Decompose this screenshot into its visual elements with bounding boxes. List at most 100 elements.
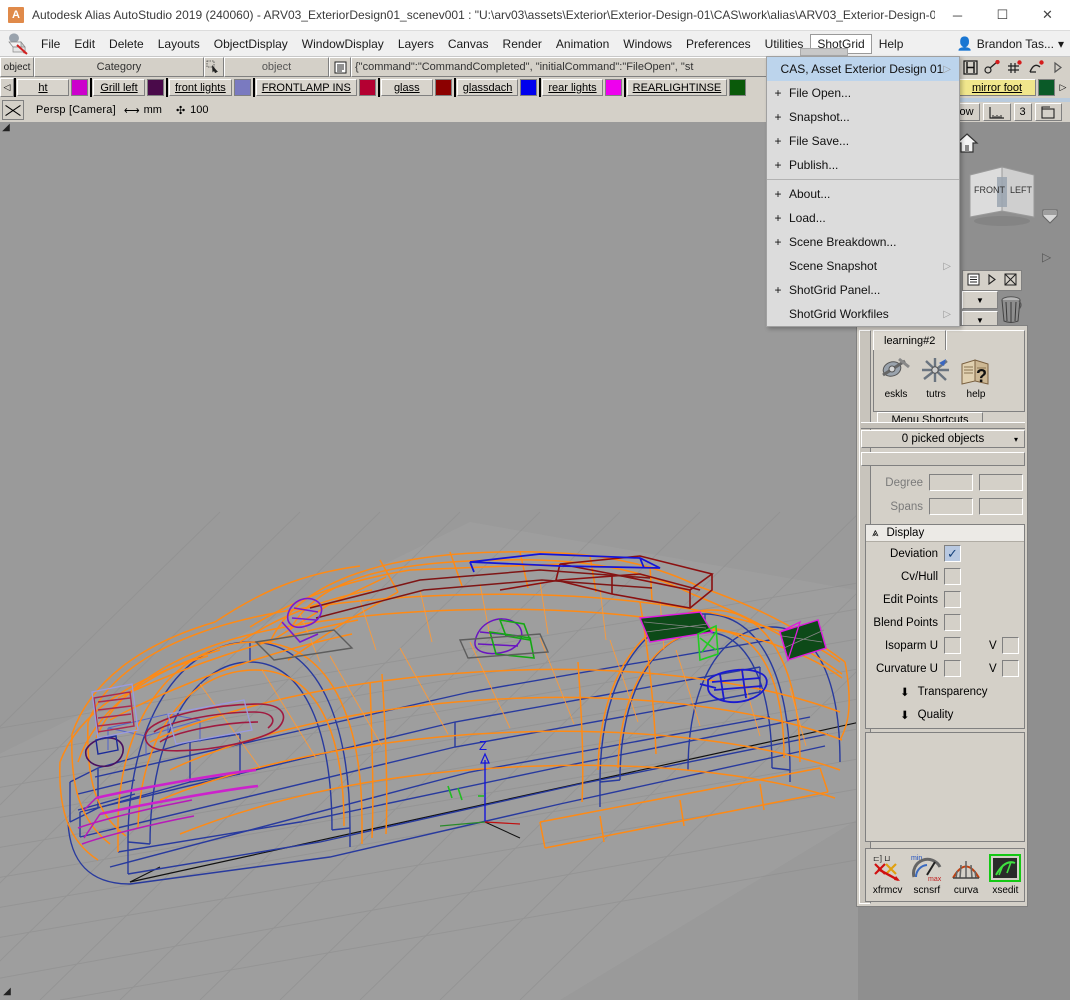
display-section-header[interactable]: ⩓ Display xyxy=(866,525,1024,542)
object-picker-icon[interactable] xyxy=(204,57,224,77)
layer-color-swatch[interactable] xyxy=(520,79,538,96)
menu-animation[interactable]: Animation xyxy=(549,34,616,54)
checkbox-cv-hull[interactable] xyxy=(944,568,961,585)
view-count-button[interactable]: 3 xyxy=(1013,103,1032,121)
curve-snap-icon[interactable] xyxy=(1026,58,1046,76)
layer-scroll-left-button[interactable]: ◁ xyxy=(0,78,14,97)
menu-item-scene-snapshot[interactable]: Scene Snapshot ▷ xyxy=(767,254,959,278)
minimize-button[interactable]: ─ xyxy=(935,0,980,31)
layer-glass[interactable]: glass xyxy=(377,78,454,97)
close-button[interactable]: ✕ xyxy=(1025,0,1070,31)
layer-glassdach[interactable]: glassdach xyxy=(453,78,540,97)
shelf-item-tutrs[interactable]: tutrs xyxy=(918,353,954,411)
layer-color-swatch[interactable] xyxy=(604,79,622,96)
layer-color-swatch[interactable] xyxy=(233,79,251,96)
layer-rear-lights[interactable]: rear lights xyxy=(539,78,623,97)
layer-color-swatch[interactable] xyxy=(729,79,747,96)
menu-windows[interactable]: Windows xyxy=(616,34,679,54)
ruler-icon[interactable] xyxy=(982,103,1011,121)
shelf-item-scnsrf[interactable]: min max scnsrf xyxy=(908,851,945,901)
layer-mirror-foot-swatch[interactable] xyxy=(1038,79,1055,96)
spans-field-v[interactable] xyxy=(979,498,1023,515)
expander-quality[interactable]: ⬇ Quality xyxy=(866,703,1024,726)
menu-objectdisplay[interactable]: ObjectDisplay xyxy=(207,34,295,54)
prompt-history-icon[interactable] xyxy=(329,57,351,77)
layer-color-swatch[interactable] xyxy=(147,79,164,96)
shelf-item-curva[interactable]: curva xyxy=(948,851,985,901)
checkbox-deviation[interactable]: ✓ xyxy=(944,545,961,562)
menu-item-file-save[interactable]: + File Save... xyxy=(767,129,959,153)
menu-windowdisplay[interactable]: WindowDisplay xyxy=(295,34,391,54)
menu-file[interactable]: File xyxy=(34,34,67,54)
compass-icon[interactable] xyxy=(1040,208,1060,224)
menu-item-file-open[interactable]: + File Open... xyxy=(767,81,959,105)
checkbox-curvature-u[interactable] xyxy=(944,660,961,677)
spans-field-u[interactable] xyxy=(929,498,973,515)
expander-arrow-icon: ⬇ xyxy=(900,686,910,699)
checkbox-blend-points[interactable] xyxy=(944,614,961,631)
tab-learning[interactable]: learning#2 xyxy=(873,330,947,350)
menu-item-shotgrid-panel[interactable]: + ShotGrid Panel... xyxy=(767,278,959,302)
object-name-field[interactable]: object xyxy=(224,57,329,77)
menu-layouts[interactable]: Layouts xyxy=(151,34,207,54)
window-layout-icon[interactable] xyxy=(1034,103,1062,121)
viewport-close-icon[interactable] xyxy=(2,100,24,120)
maximize-button[interactable]: ☐ xyxy=(980,0,1025,31)
close-box-icon[interactable] xyxy=(1004,273,1017,289)
menu-item-snapshot[interactable]: + Snapshot... xyxy=(767,105,959,129)
menu-layers[interactable]: Layers xyxy=(391,34,441,54)
layer-ht[interactable]: ht xyxy=(14,78,90,97)
menu-item-about[interactable]: + About... xyxy=(767,182,959,206)
pivot-snap-icon[interactable] xyxy=(982,58,1002,76)
shelf-item-help[interactable]: ? help xyxy=(958,353,994,411)
tab-empty[interactable] xyxy=(946,330,1025,350)
picked-objects-selector[interactable]: 0 picked objects ▾ xyxy=(861,430,1025,448)
checkbox-curvature-u-v[interactable] xyxy=(1001,660,1019,677)
expander-transparency[interactable]: ⬇ Transparency xyxy=(866,680,1024,703)
menu-help[interactable]: Help xyxy=(872,34,911,54)
view-cube[interactable]: FRONT LEFT xyxy=(966,163,1038,231)
layer-scroll-right-button[interactable]: ▷ xyxy=(1057,82,1069,93)
menu-canvas[interactable]: Canvas xyxy=(441,34,496,54)
category-field[interactable]: Category xyxy=(34,57,204,77)
menu-item-shotgrid-workfiles[interactable]: ShotGrid Workfiles ▷ xyxy=(767,302,959,326)
menu-render[interactable]: Render xyxy=(496,34,549,54)
user-account-chip[interactable]: 👤 Brandon Tas... ▾ xyxy=(957,36,1064,52)
dropdown-selector-1[interactable]: ▼ xyxy=(962,291,998,309)
expand-arrow-icon[interactable] xyxy=(1048,58,1068,76)
layer-front-lights[interactable]: front lights xyxy=(166,78,253,97)
layer-color-swatch[interactable] xyxy=(434,79,452,96)
menu-edit[interactable]: Edit xyxy=(67,34,102,54)
play-icon[interactable] xyxy=(987,273,997,288)
degree-field-v[interactable] xyxy=(979,474,1023,491)
h-icon[interactable] xyxy=(960,58,980,76)
trash-icon[interactable] xyxy=(998,293,1024,325)
menu-preferences[interactable]: Preferences xyxy=(679,34,758,54)
layer-mirror-foot[interactable]: mirror foot ▷ xyxy=(958,77,1070,98)
tutrs-icon xyxy=(918,353,954,389)
viewport-3d[interactable]: Z ◢ ◢ xyxy=(0,122,858,1000)
degree-field-u[interactable] xyxy=(929,474,973,491)
grid-snap-icon[interactable] xyxy=(1004,58,1024,76)
checkbox-isoparm-u[interactable] xyxy=(944,637,961,654)
shelf-item-eskls[interactable]: eskls xyxy=(878,353,914,411)
menu-item-publish[interactable]: + Publish... xyxy=(767,153,959,177)
palette-object-cell[interactable]: object xyxy=(0,57,34,77)
checkbox-edit-points[interactable] xyxy=(944,591,961,608)
layer-frontlamp-ins[interactable]: FRONTLAMP INS xyxy=(252,78,378,97)
viewport-resize-handle-top[interactable]: ◢ xyxy=(0,122,12,134)
layer-color-swatch[interactable] xyxy=(358,79,376,96)
viewport-units-label: mm xyxy=(143,104,162,116)
layer-grill-left[interactable]: Grill left xyxy=(90,78,166,97)
checkbox-isoparm-u-v[interactable] xyxy=(1001,637,1019,654)
viewport-resize-handle-bottom[interactable]: ◢ xyxy=(1,986,13,998)
menu-item-cas-asset-exterior-design-01[interactable]: CAS, Asset Exterior Design 01 ▷ xyxy=(767,57,959,81)
layer-rearlightinse[interactable]: REARLIGHTINSE xyxy=(623,78,749,97)
shelf-item-xfrmcv[interactable]: ⊏] ⊔ xfrmcv xyxy=(869,851,906,901)
layer-color-swatch[interactable] xyxy=(71,79,88,96)
menu-delete[interactable]: Delete xyxy=(102,34,151,54)
menu-item-load[interactable]: + Load... xyxy=(767,206,959,230)
menu-item-scene-breakdown[interactable]: + Scene Breakdown... xyxy=(767,230,959,254)
shelf-item-xsedit[interactable]: xsedit xyxy=(987,851,1024,901)
list-icon[interactable] xyxy=(967,273,980,289)
